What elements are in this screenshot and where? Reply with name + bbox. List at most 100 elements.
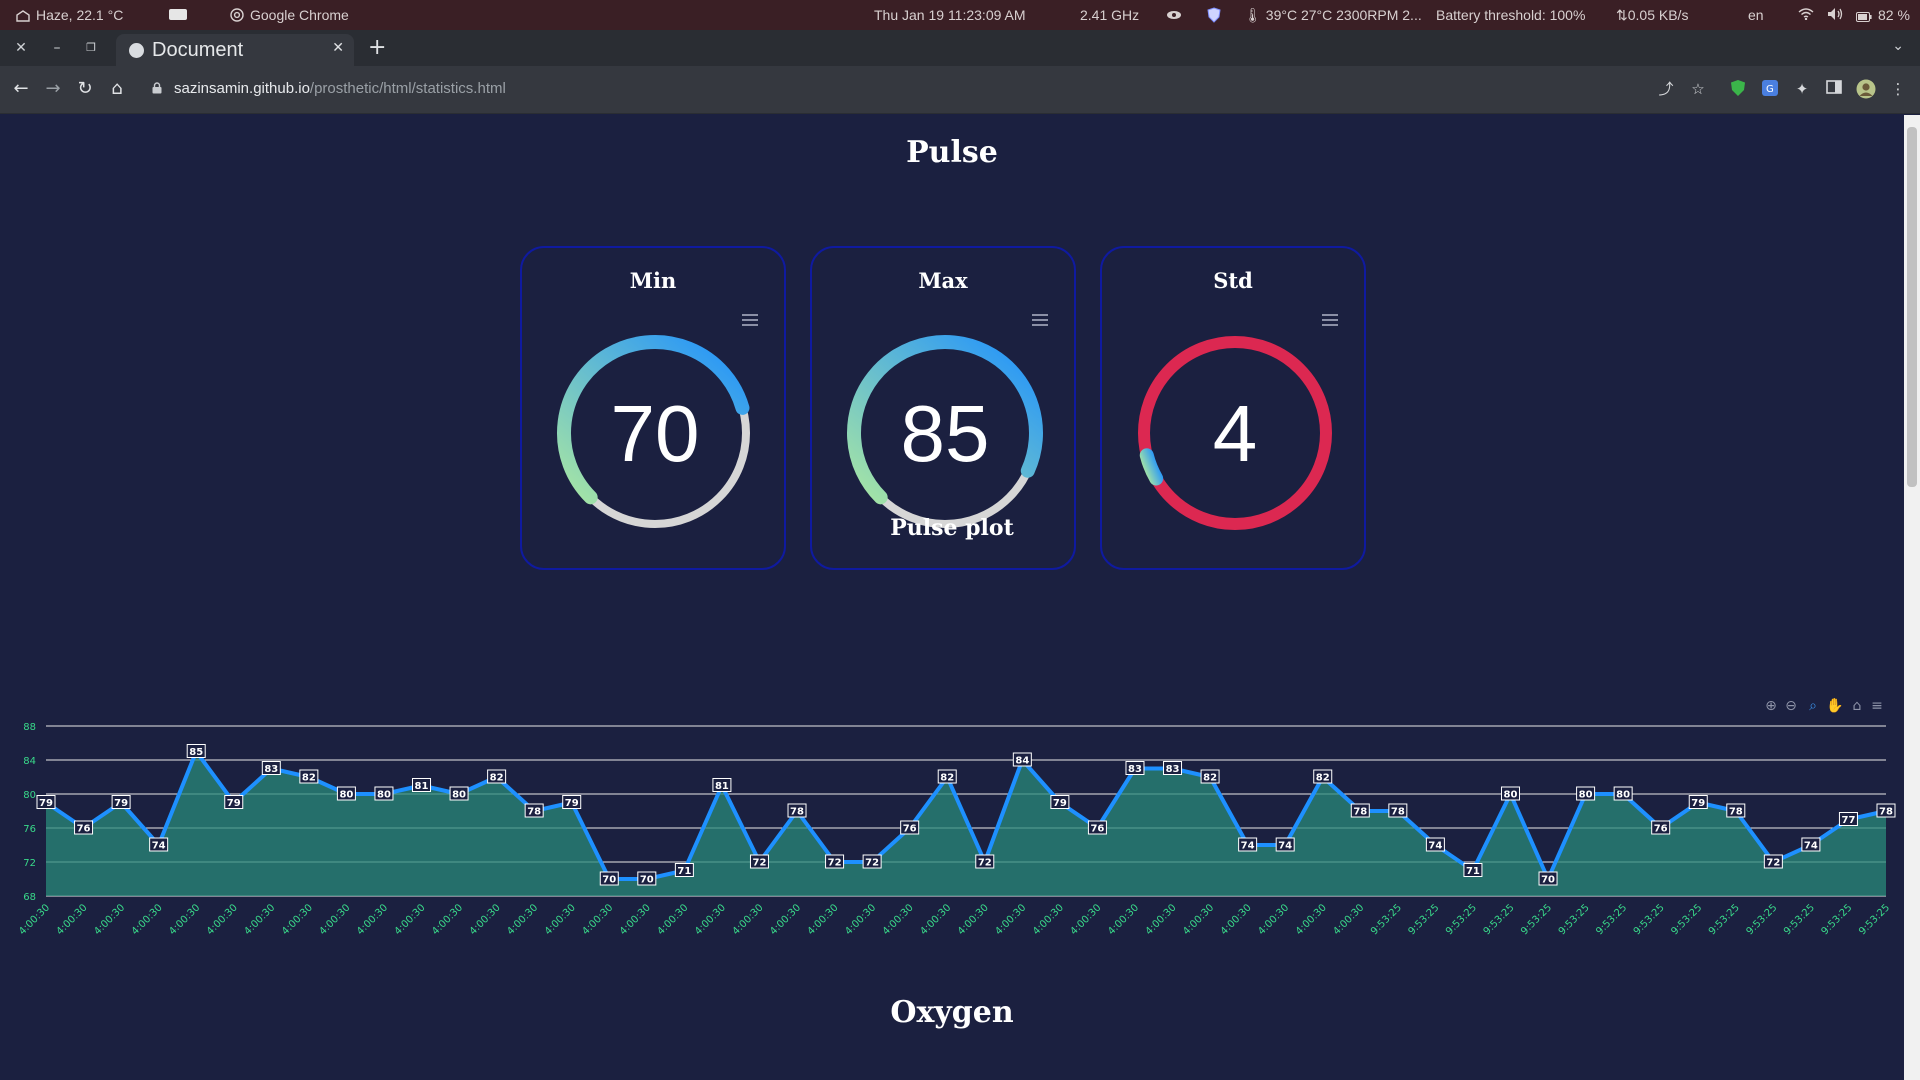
x-tick-label: 4:00:30 — [92, 902, 127, 937]
wifi-icon[interactable] — [1798, 7, 1814, 23]
volume-icon[interactable] — [1826, 7, 1844, 24]
x-tick-label: 4:00:30 — [993, 902, 1028, 937]
x-tick-label: 9:53:25 — [1632, 902, 1667, 937]
battery-indicator[interactable]: 82 % — [1856, 7, 1910, 23]
data-label: 72 — [1766, 858, 1780, 869]
data-label: 78 — [790, 807, 804, 818]
clock[interactable]: Thu Jan 19 11:23:09 AM — [874, 7, 1026, 23]
data-label: 79 — [565, 798, 579, 809]
data-label: 71 — [677, 866, 691, 877]
data-label: 70 — [602, 875, 616, 886]
side-panel-icon[interactable] — [1824, 79, 1844, 99]
data-label: 80 — [339, 790, 353, 801]
data-label: 72 — [828, 858, 842, 869]
page-content: Pulse Min 70 Max 85 Std 4 Pulse plot 68 7… — [0, 115, 1904, 1080]
x-tick-label: 4:00:30 — [1256, 902, 1291, 937]
eye-icon[interactable] — [1166, 7, 1182, 23]
data-label: 72 — [865, 858, 879, 869]
data-label: 82 — [1203, 773, 1217, 784]
new-tab-button[interactable]: + — [368, 35, 386, 60]
share-icon[interactable]: ⤴ — [1656, 79, 1676, 99]
x-tick-label: 9:53:25 — [1444, 902, 1479, 937]
active-app-name: Google Chrome — [250, 7, 349, 23]
tab-document[interactable]: Document ✕ — [116, 34, 354, 66]
battery-threshold[interactable]: Battery threshold: 100% — [1436, 7, 1585, 23]
tab-title: Document — [152, 39, 244, 61]
zoom-in-icon[interactable]: ⊕ — [1762, 697, 1780, 715]
x-tick-label: 9:53:25 — [1857, 902, 1892, 937]
extensions-puzzle-icon[interactable]: ✦ — [1792, 79, 1812, 99]
keyboard-language[interactable]: en — [1748, 7, 1764, 23]
x-tick-label: 9:53:25 — [1744, 902, 1779, 937]
shield-icon[interactable] — [1207, 7, 1221, 26]
profile-avatar[interactable] — [1856, 79, 1876, 99]
y-tick-label: 72 — [23, 858, 36, 869]
battery-text: 82 % — [1878, 7, 1910, 23]
y-tick-label: 76 — [23, 824, 36, 835]
forward-button[interactable]: → — [42, 78, 64, 100]
thermometer-icon: 🌡 — [1244, 7, 1262, 23]
x-tick-label: 4:00:30 — [280, 902, 315, 937]
tab-strip: ✕ – ❐ Document ✕ + ⌄ — [0, 30, 1920, 66]
lock-icon[interactable] — [152, 82, 162, 94]
tab-close-icon[interactable]: ✕ — [332, 40, 344, 56]
x-tick-label: 4:00:30 — [918, 902, 953, 937]
x-tick-label: 4:00:30 — [167, 902, 202, 937]
data-label: 78 — [1729, 807, 1743, 818]
x-tick-label: 4:00:30 — [580, 902, 615, 937]
data-label: 72 — [978, 858, 992, 869]
sensors-indicator[interactable]: 🌡 39°C 27°C 2300RPM 2... — [1244, 7, 1422, 24]
data-label: 83 — [264, 764, 278, 775]
pulse-area-chart: 68 72 76 80 84 88 79 4:00:30 76 4:00:30 79 4:00:30 7… — [17, 722, 1896, 937]
data-label: 79 — [39, 798, 53, 809]
translate-icon[interactable]: G — [1760, 79, 1780, 99]
x-tick-label: 4:00:30 — [17, 902, 52, 937]
pan-hand-icon[interactable]: ✋ — [1826, 697, 1844, 715]
active-app[interactable]: Google Chrome — [230, 7, 349, 23]
x-tick-label: 9:53:25 — [1820, 902, 1855, 937]
data-label: 84 — [1015, 756, 1029, 767]
x-tick-label: 9:53:25 — [1519, 902, 1554, 937]
data-label: 82 — [1316, 773, 1330, 784]
extension-shield-icon[interactable] — [1728, 79, 1748, 99]
data-label: 74 — [1804, 841, 1818, 852]
zoom-out-icon[interactable]: ⊖ — [1782, 697, 1800, 715]
x-tick-label: 4:00:30 — [1331, 902, 1366, 937]
window-close-icon[interactable]: ✕ — [12, 39, 30, 57]
back-button[interactable]: ← — [10, 78, 32, 100]
chart-menu-icon[interactable]: ≡ — [1868, 697, 1886, 715]
tab-search-chevron-icon[interactable]: ⌄ — [1892, 38, 1904, 54]
network-speed[interactable]: ⇅0.05 KB/s — [1616, 7, 1688, 24]
zoom-selection-icon[interactable]: ⌕ — [1804, 697, 1822, 715]
page-scrollbar[interactable] — [1904, 115, 1920, 1080]
x-tick-label: 9:53:25 — [1406, 902, 1441, 937]
x-tick-label: 4:00:30 — [1106, 902, 1141, 937]
x-tick-label: 4:00:30 — [731, 902, 766, 937]
reload-button[interactable]: ↻ — [74, 78, 96, 100]
data-label: 74 — [152, 841, 166, 852]
chrome-menu-icon[interactable]: ⋮ — [1888, 79, 1908, 99]
bookmark-star-icon[interactable]: ☆ — [1688, 79, 1708, 99]
window-minimize-icon[interactable]: – — [48, 39, 66, 57]
data-label: 76 — [77, 824, 91, 835]
chrome-icon — [230, 8, 244, 22]
data-label: 82 — [940, 773, 954, 784]
data-label: 76 — [1654, 824, 1668, 835]
x-tick-label: 9:53:25 — [1482, 902, 1517, 937]
x-tick-label: 9:53:25 — [1369, 902, 1404, 937]
reset-home-icon[interactable]: ⌂ — [1848, 697, 1866, 715]
x-tick-label: 9:53:25 — [1669, 902, 1704, 937]
window-restore-icon[interactable]: ❐ — [82, 39, 100, 57]
url-field[interactable]: sazinsamin.github.io/prosthetic/html/sta… — [174, 80, 506, 97]
weather-indicator[interactable]: Haze, 22.1 °C — [16, 7, 123, 23]
scrollbar-thumb[interactable] — [1907, 127, 1917, 487]
data-label: 85 — [189, 747, 203, 758]
files-app[interactable] — [168, 7, 188, 24]
url-host: sazinsamin.github.io — [174, 80, 310, 97]
data-label: 78 — [527, 807, 541, 818]
home-button[interactable]: ⌂ — [106, 78, 128, 100]
x-tick-label: 4:00:30 — [693, 902, 728, 937]
x-tick-label: 4:00:30 — [618, 902, 653, 937]
data-label: 71 — [1466, 866, 1480, 877]
y-tick-label: 88 — [23, 722, 36, 733]
